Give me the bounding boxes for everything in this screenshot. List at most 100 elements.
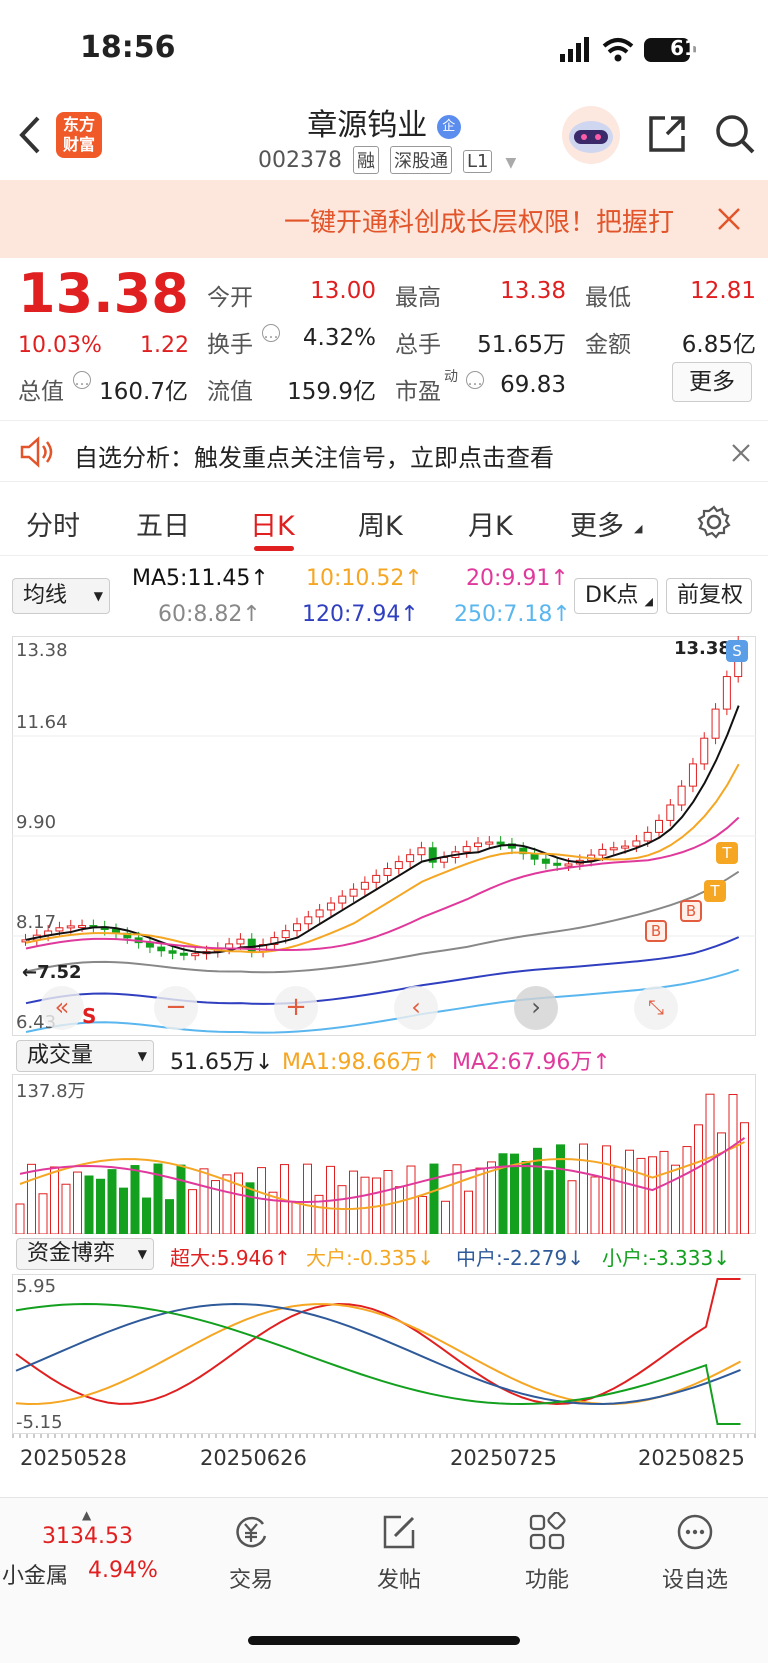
analysis-tip-text[interactable]: 自选分析：触发重点关注信号，立即点击查看	[74, 438, 554, 473]
share-icon[interactable]	[645, 112, 689, 156]
adjust-button[interactable]: 前复权	[666, 578, 752, 614]
zoom-out-icon[interactable]: −	[154, 986, 198, 1030]
ma-selector[interactable]: 均线 ▼	[12, 578, 110, 614]
candle-body	[485, 841, 494, 845]
open-value: 13.00	[310, 278, 376, 304]
nav-add-watchlist-label: 设自选	[661, 1568, 728, 1593]
current-price: 13.38	[18, 262, 189, 325]
candle-body	[474, 842, 482, 848]
nav-post[interactable]: 发帖	[344, 1512, 454, 1594]
candle-body	[666, 804, 675, 821]
dk-point-button[interactable]: DK点 ◢	[574, 578, 658, 614]
change-amount: 1.22	[140, 333, 189, 358]
candle-body	[598, 848, 607, 856]
tab-intraday[interactable]: 分时	[26, 504, 80, 543]
battery-level: 61	[670, 36, 698, 60]
candle-body	[66, 925, 75, 929]
grid-icon	[529, 1511, 566, 1550]
candle-body	[462, 846, 471, 853]
chevron-up-icon[interactable]: ▲	[82, 1508, 91, 1522]
turnover-label: 换手	[207, 332, 253, 358]
candle-body	[78, 925, 87, 929]
status-time: 18:56	[80, 30, 176, 65]
volume-bar	[475, 1167, 485, 1234]
volume-bar	[659, 1150, 669, 1234]
home-indicator	[248, 1636, 520, 1645]
info-icon[interactable]: …	[262, 324, 280, 342]
volume-chart[interactable]	[12, 1074, 756, 1234]
total-value: 160.7亿	[99, 379, 188, 405]
tab-five-day[interactable]: 五日	[136, 504, 190, 543]
tab-weekly-k[interactable]: 周K	[358, 504, 403, 543]
scroll-left-fast-icon[interactable]: «	[40, 986, 84, 1030]
candle-body	[711, 708, 720, 739]
ma20-value: 20:9.91↑	[466, 566, 569, 591]
float-value: 159.9亿	[287, 379, 376, 405]
signal-b-1[interactable]: B	[645, 920, 667, 942]
trade-icon	[236, 1516, 267, 1548]
volume-bar	[142, 1197, 151, 1234]
ma5-value: MA5:11.45↑	[132, 566, 269, 591]
volume-bar	[84, 1175, 94, 1234]
volume-bar	[107, 1169, 117, 1234]
nav-functions[interactable]: 功能	[492, 1511, 602, 1594]
close-icon[interactable]	[731, 443, 751, 463]
volume-bar	[349, 1170, 358, 1234]
scroll-left-icon[interactable]: ‹	[394, 986, 438, 1030]
pe-label: 市盈	[395, 379, 441, 405]
tab-daily-k[interactable]: 日K	[250, 504, 295, 543]
info-icon[interactable]: …	[466, 371, 484, 389]
info-icon[interactable]: …	[73, 371, 91, 389]
promo-banner-text[interactable]: 一键开通科创成长层权限！把握打	[284, 202, 694, 239]
more-button[interactable]: 更多	[672, 362, 752, 402]
fullscreen-icon[interactable]: ⤡	[634, 986, 678, 1030]
robot-assistant-icon[interactable]	[560, 104, 622, 166]
volume-bar	[234, 1172, 243, 1234]
nav-trade[interactable]: 交易	[196, 1512, 306, 1594]
candle-body	[191, 953, 200, 957]
candle-body	[349, 888, 358, 897]
sector-change[interactable]: 4.94%	[88, 1558, 158, 1583]
sector-name[interactable]: 小金属	[2, 1558, 68, 1590]
fund-flow-chart[interactable]	[12, 1274, 756, 1434]
ma10-value: 10:10.52↑	[306, 566, 423, 591]
sector-index-value[interactable]: 3134.53	[42, 1524, 133, 1549]
volume-ma2: MA2:67.96万↑	[452, 1050, 611, 1075]
date-label-1: 20250528	[20, 1446, 127, 1470]
volume-bar	[590, 1176, 600, 1234]
y-label-2: 11.64	[16, 712, 68, 733]
candle-body	[315, 909, 324, 918]
volume-bar	[360, 1176, 370, 1234]
signal-t-2[interactable]: T	[716, 842, 738, 864]
scroll-right-icon[interactable]: ›	[514, 986, 558, 1030]
volume-indicator-selector[interactable]: 成交量 ▼	[16, 1040, 154, 1072]
search-icon[interactable]	[713, 112, 757, 156]
signal-icon	[560, 37, 589, 62]
chevron-down-icon: ◢	[644, 595, 653, 608]
close-icon[interactable]	[716, 206, 742, 232]
signal-b-2[interactable]: B	[680, 900, 702, 922]
fund-indicator-selector[interactable]: 资金博弈 ▼	[16, 1238, 154, 1270]
volume-bar	[636, 1157, 646, 1234]
stock-name: 章源钨业	[307, 108, 428, 143]
chevron-down-icon[interactable]: ▼	[505, 155, 516, 171]
signal-t-1[interactable]: T	[704, 880, 726, 902]
tab-monthly-k[interactable]: 月K	[468, 504, 513, 543]
date-label-2: 20250626	[200, 1446, 307, 1470]
candle-body	[541, 858, 550, 864]
date-axis-ticks	[12, 1434, 756, 1438]
nav-add-watchlist[interactable]: 设自选	[640, 1512, 750, 1594]
zoom-in-icon[interactable]: +	[274, 986, 318, 1030]
more-dots-icon	[677, 1514, 713, 1550]
signal-s[interactable]: S	[726, 640, 748, 662]
kline-chart[interactable]	[12, 636, 756, 1036]
fund-y-bottom: -5.15	[16, 1412, 63, 1433]
candle-body	[383, 868, 392, 876]
volume-bar	[15, 1203, 25, 1234]
low-label: 最低	[585, 285, 631, 311]
tab-more[interactable]: 更多	[570, 504, 624, 543]
volume-bar	[96, 1178, 105, 1234]
settings-gear-icon[interactable]	[696, 504, 732, 540]
volume-bar	[694, 1124, 703, 1234]
volume-bar	[130, 1165, 140, 1234]
